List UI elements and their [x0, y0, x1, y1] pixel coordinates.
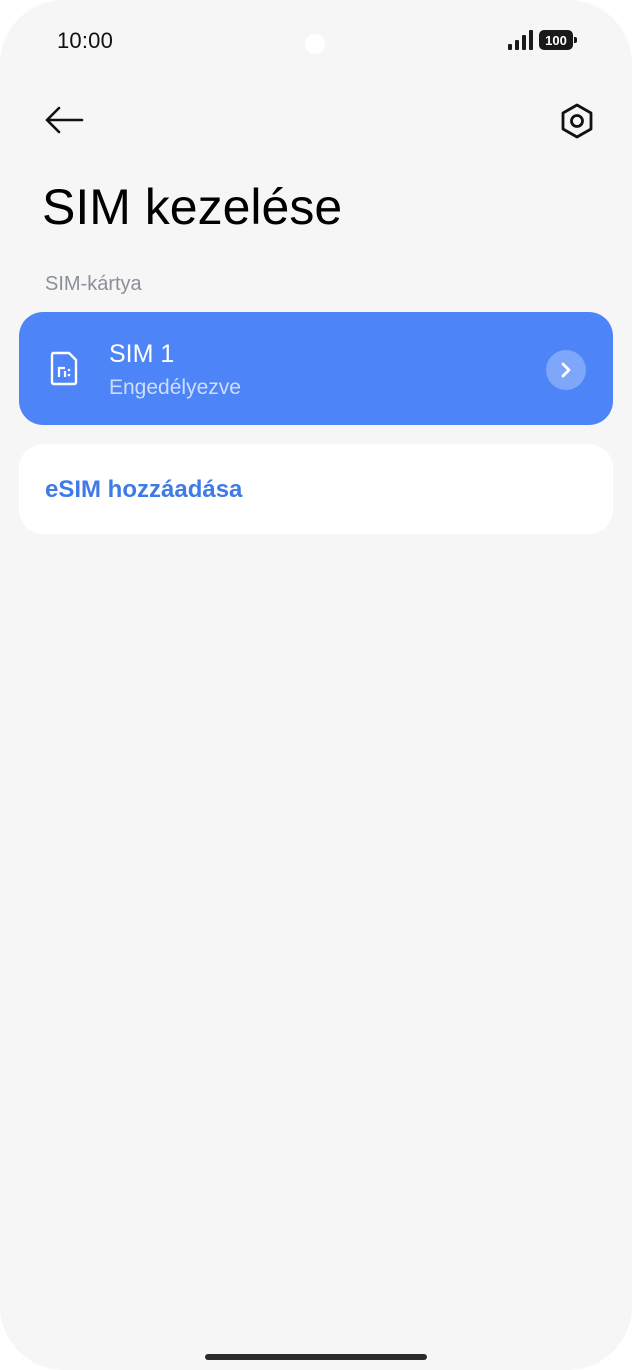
status-time: 10:00	[57, 28, 114, 53]
add-esim-label: eSIM hozzáadása	[45, 476, 243, 503]
camera-cutout	[305, 34, 325, 54]
section-label: SIM-kártya	[45, 273, 142, 295]
settings-button[interactable]	[552, 96, 602, 146]
add-esim-button[interactable]: eSIM hozzáadása	[19, 444, 613, 534]
arrow-left-icon	[45, 106, 84, 134]
phone-screen: 10:00 100 SIM kezelése SIM-kártya SIM 1	[0, 0, 632, 1370]
page-title: SIM kezelése	[42, 179, 343, 235]
battery-indicator: 100	[539, 30, 577, 50]
home-indicator[interactable]	[205, 1354, 427, 1360]
sim-card-icon	[50, 351, 78, 386]
gear-hexagon-icon	[561, 103, 593, 139]
chevron-right-icon	[546, 350, 586, 390]
battery-level: 100	[545, 32, 567, 48]
sim1-title: SIM 1	[109, 340, 175, 368]
signal-bars-icon	[508, 30, 533, 50]
back-button[interactable]	[38, 96, 90, 144]
sim1-item[interactable]: SIM 1 Engedélyezve	[19, 312, 613, 425]
sim1-status: Engedélyezve	[109, 376, 241, 399]
